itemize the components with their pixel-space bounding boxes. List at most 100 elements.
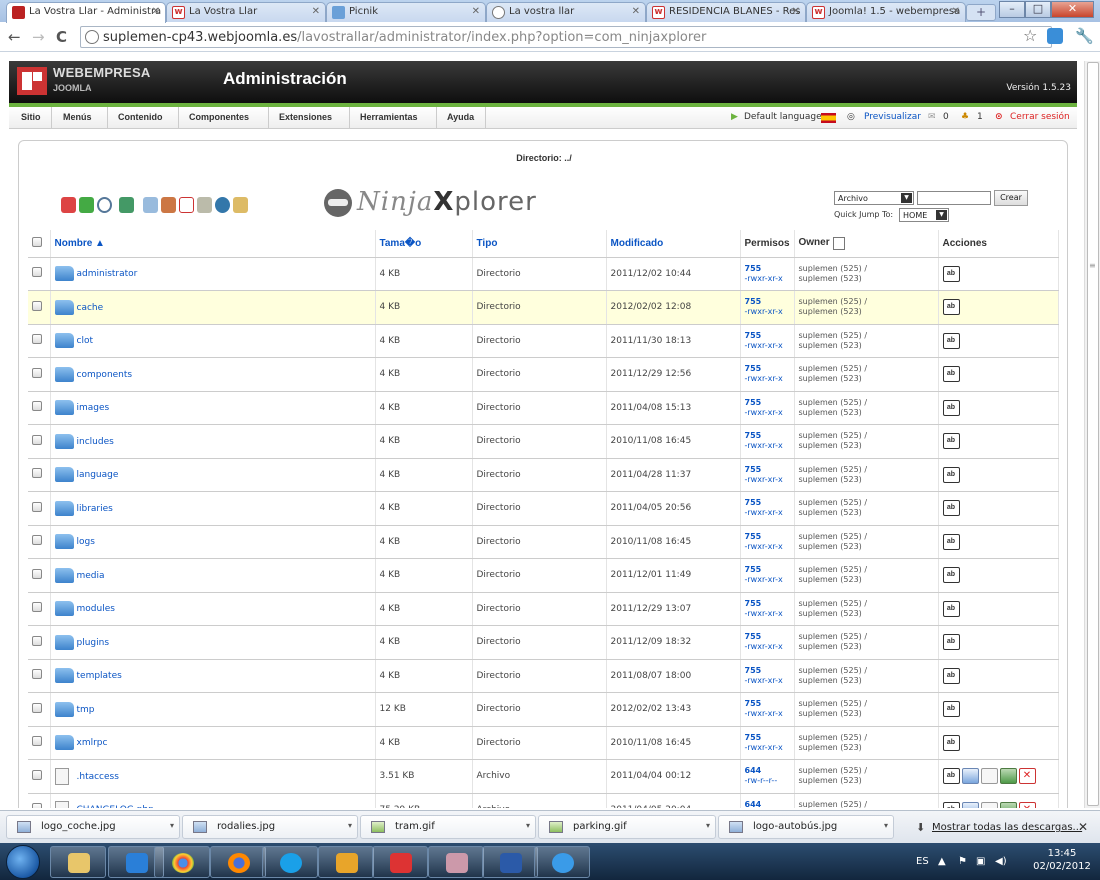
start-button[interactable] bbox=[6, 845, 40, 879]
archive-icon[interactable] bbox=[233, 197, 248, 213]
rename-icon[interactable]: ab bbox=[942, 265, 960, 282]
file-name-link[interactable]: tmp bbox=[77, 705, 95, 715]
permission-string[interactable]: -rwxr-xr-x bbox=[745, 341, 783, 350]
language-indicator[interactable]: ES bbox=[916, 856, 929, 867]
url-input[interactable]: suplemen-cp43.webjoomla.es/lavostrallar/… bbox=[80, 26, 1052, 48]
table-row[interactable]: libraries 4 KB Directorio 2011/04/05 20:56 7… bbox=[28, 491, 1059, 526]
row-checkbox[interactable] bbox=[28, 357, 51, 392]
taskbar-chrome[interactable] bbox=[154, 846, 210, 878]
action-center-icon[interactable]: ⚑ bbox=[958, 856, 967, 867]
close-tab-icon[interactable]: ✕ bbox=[792, 6, 800, 17]
tab-picnik[interactable]: Picnik ✕ bbox=[326, 2, 486, 22]
upload-icon[interactable] bbox=[119, 197, 134, 213]
permission-octal-link[interactable]: 755 bbox=[745, 465, 762, 474]
permission-octal-link[interactable]: 755 bbox=[745, 431, 762, 440]
rename-icon[interactable]: ab bbox=[942, 533, 960, 550]
permission-octal-link[interactable]: 755 bbox=[745, 297, 762, 306]
delete-icon[interactable] bbox=[179, 197, 194, 213]
messages-count[interactable]: 0 bbox=[943, 112, 949, 122]
row-checkbox[interactable] bbox=[28, 424, 51, 459]
download-icon[interactable] bbox=[999, 768, 1017, 785]
permission-string[interactable]: -rwxr-xr-x bbox=[745, 542, 783, 551]
minimize-button[interactable]: – bbox=[999, 1, 1025, 18]
system-clock[interactable]: 13:45 02/02/2012 bbox=[1030, 847, 1094, 873]
table-row[interactable]: components 4 KB Directorio 2011/12/29 12:56… bbox=[28, 357, 1059, 392]
rename-icon[interactable]: ab bbox=[942, 332, 960, 349]
rename-icon[interactable]: ab bbox=[942, 734, 960, 751]
create-name-input[interactable] bbox=[917, 191, 991, 205]
permission-string[interactable]: -rwxr-xr-x bbox=[745, 709, 783, 718]
table-row[interactable]: tmp 12 KB Directorio 2012/02/02 13:43 755 -rw… bbox=[28, 692, 1059, 727]
table-row[interactable]: modules 4 KB Directorio 2011/12/29 13:07 755… bbox=[28, 592, 1059, 626]
table-row[interactable]: language 4 KB Directorio 2011/04/28 11:37 75… bbox=[28, 458, 1059, 492]
permission-string[interactable]: -rwxr-xr-x bbox=[745, 508, 783, 517]
permission-string[interactable]: -rwxr-xr-x bbox=[745, 642, 783, 651]
rename-icon[interactable]: ab bbox=[942, 600, 960, 617]
close-tab-icon[interactable]: ✕ bbox=[152, 6, 160, 17]
view-icon[interactable] bbox=[980, 801, 998, 808]
download-item[interactable]: tram.gif ▾ bbox=[360, 815, 536, 839]
chmod-icon[interactable] bbox=[215, 197, 230, 213]
taskbar-ie[interactable] bbox=[534, 846, 590, 878]
permission-octal-link[interactable]: 755 bbox=[745, 565, 762, 574]
permission-string[interactable]: -rw-r--r-- bbox=[745, 776, 778, 785]
forward-icon[interactable]: → bbox=[32, 28, 45, 46]
network-icon[interactable]: ▣ bbox=[976, 856, 985, 867]
rename-icon[interactable]: ab bbox=[942, 366, 960, 383]
permission-octal-link[interactable]: 755 bbox=[745, 599, 762, 608]
download-item[interactable]: logo-autobús.jpg ▾ bbox=[718, 815, 894, 839]
table-row[interactable]: logs 4 KB Directorio 2010/11/08 16:45 755 -rw… bbox=[28, 525, 1059, 559]
row-checkbox[interactable] bbox=[28, 558, 51, 593]
rename-icon[interactable]: ab bbox=[942, 299, 960, 316]
file-name-link[interactable]: cache bbox=[77, 303, 104, 313]
permission-octal-link[interactable]: 644 bbox=[745, 766, 762, 775]
tab-residencia[interactable]: w RESIDENCIA BLANES - Res ✕ bbox=[646, 2, 806, 22]
taskbar-word[interactable] bbox=[482, 846, 538, 878]
download-item[interactable]: rodalies.jpg ▾ bbox=[182, 815, 358, 839]
file-name-link[interactable]: modules bbox=[77, 604, 115, 614]
menu-extensiones[interactable]: Extensiones bbox=[279, 112, 332, 122]
permission-octal-link[interactable]: 644 bbox=[745, 800, 762, 808]
bookmark-star-icon[interactable]: ☆ bbox=[1023, 26, 1037, 45]
wrench-icon[interactable]: 🔧 bbox=[1075, 27, 1094, 45]
rename-icon[interactable]: ab bbox=[942, 801, 960, 808]
menu-sitio[interactable]: Sitio bbox=[21, 112, 41, 122]
create-type-select[interactable]: Archivo ▼ bbox=[834, 191, 914, 205]
download-item[interactable]: logo_coche.jpg ▾ bbox=[6, 815, 180, 839]
tray-expand-icon[interactable]: ▲ bbox=[938, 856, 946, 867]
preview-link[interactable]: Previsualizar bbox=[864, 112, 921, 122]
rename-icon[interactable]: ab bbox=[942, 567, 960, 584]
row-checkbox[interactable] bbox=[28, 793, 51, 808]
table-row[interactable]: CHANGELOG.php 75.29 KBArchivo2011/04/05 2… bbox=[28, 793, 1059, 808]
permission-octal-link[interactable]: 755 bbox=[745, 398, 762, 407]
close-tab-icon[interactable]: ✕ bbox=[312, 6, 320, 17]
row-checkbox[interactable] bbox=[28, 324, 51, 358]
close-window-button[interactable]: ✕ bbox=[1051, 1, 1094, 18]
download-icon[interactable] bbox=[999, 801, 1017, 808]
permission-octal-link[interactable]: 755 bbox=[745, 733, 762, 742]
rename-icon[interactable]: ab bbox=[942, 634, 960, 651]
permission-octal-link[interactable]: 755 bbox=[745, 532, 762, 541]
table-row[interactable]: plugins 4 KB Directorio 2011/12/09 18:32 755… bbox=[28, 625, 1059, 660]
refresh-icon[interactable] bbox=[79, 197, 94, 213]
file-name-link[interactable]: images bbox=[77, 403, 110, 413]
taskbar-paint[interactable] bbox=[428, 846, 484, 878]
reload-icon[interactable]: C bbox=[56, 28, 67, 46]
move-icon[interactable] bbox=[161, 197, 176, 213]
taskbar-skype[interactable] bbox=[262, 846, 318, 878]
select-all-checkbox[interactable] bbox=[28, 230, 51, 258]
permission-octal-link[interactable]: 755 bbox=[745, 264, 762, 273]
table-row[interactable]: .htaccess 3.51 KB Archivo 2011/04/04 00:12 6… bbox=[28, 759, 1059, 794]
permission-octal-link[interactable]: 755 bbox=[745, 632, 762, 641]
owner-edit-icon[interactable] bbox=[832, 236, 845, 250]
view-icon[interactable] bbox=[980, 768, 998, 785]
permission-string[interactable]: -rwxr-xr-x bbox=[745, 307, 783, 316]
search-icon[interactable] bbox=[97, 197, 112, 213]
tab-vostra-llar[interactable]: w La Vostra Llar ✕ bbox=[166, 2, 326, 22]
permission-string[interactable]: -rwxr-xr-x bbox=[745, 575, 783, 584]
file-name-link[interactable]: logs bbox=[77, 537, 95, 547]
file-name-link[interactable]: CHANGELOG.php bbox=[77, 805, 154, 808]
home-icon[interactable] bbox=[61, 197, 76, 213]
permission-string[interactable]: -rwxr-xr-x bbox=[745, 676, 783, 685]
close-downloads-button[interactable]: ✕ bbox=[1078, 820, 1088, 834]
